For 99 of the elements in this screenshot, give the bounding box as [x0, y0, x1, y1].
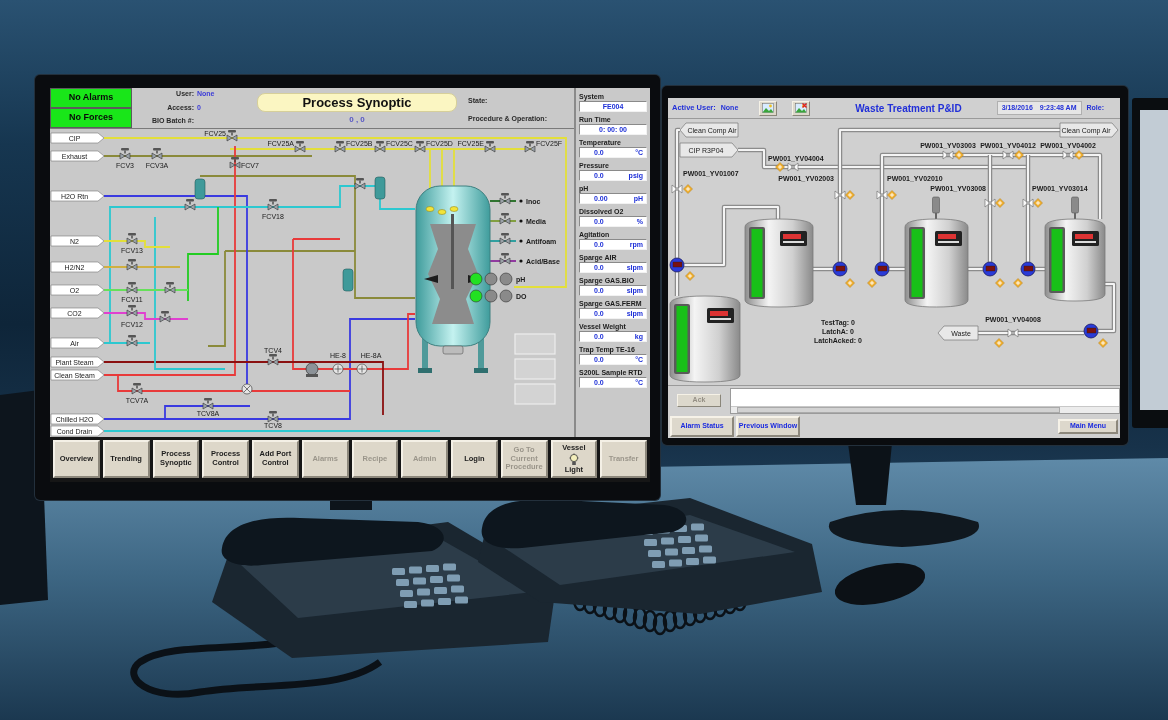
status-light-icon [469, 289, 483, 303]
junction-icon [241, 383, 253, 395]
toolbar-button[interactable] [759, 100, 778, 116]
valve-icon [151, 148, 163, 160]
valve-icon [229, 157, 241, 169]
valve-icon [294, 141, 306, 153]
valve-icon [374, 141, 386, 153]
image-icon [762, 103, 775, 113]
pipe-line [812, 266, 834, 272]
valve-icon [126, 233, 138, 245]
readout-icon [780, 231, 807, 246]
valve-icon [499, 213, 511, 225]
cylinder-icon [374, 176, 386, 200]
dot-icon [519, 219, 523, 223]
valve-icon [164, 282, 176, 294]
diamond-marker-icon [995, 198, 1005, 208]
gauge-icon [484, 289, 498, 303]
valve-icon [1022, 198, 1034, 208]
valve-icon [876, 190, 888, 200]
dot-icon [519, 199, 523, 203]
readout-icon [707, 308, 734, 323]
valve-icon [499, 233, 511, 245]
valve-icon [119, 148, 131, 160]
heat-exchanger-icon [356, 363, 368, 375]
valve-icon [1062, 150, 1074, 160]
valve-icon [202, 398, 214, 410]
valve-icon [131, 383, 143, 395]
valve-icon [126, 282, 138, 294]
valve-icon [484, 141, 496, 153]
valve-icon [126, 335, 138, 347]
diamond-marker-icon [683, 184, 693, 194]
agitator-motor-icon [932, 196, 940, 219]
dot-icon [519, 259, 523, 263]
toolbar-button[interactable] [792, 100, 811, 116]
pump-icon [1020, 261, 1036, 277]
scrollbar-track[interactable] [731, 406, 1119, 413]
alarm-list[interactable] [730, 388, 1120, 414]
valve-icon [267, 411, 279, 423]
valve-icon [1007, 328, 1019, 338]
image-x-icon [795, 103, 808, 113]
readout-icon [935, 231, 962, 246]
valve-icon [126, 259, 138, 271]
diamond-marker-icon [845, 278, 855, 288]
diamond-marker-icon [1014, 150, 1024, 160]
valve-icon [159, 311, 171, 323]
gauge-icon [484, 272, 498, 286]
valve-icon [834, 190, 846, 200]
diamond-marker-icon [994, 338, 1004, 348]
diamond-marker-icon [867, 278, 877, 288]
status-light-icon [469, 272, 483, 286]
pump-icon [832, 261, 848, 277]
status-indicator: No Forces [50, 108, 132, 128]
valve-icon [787, 162, 799, 172]
valve-icon [126, 305, 138, 317]
valve-icon [226, 130, 238, 142]
valve-icon [414, 141, 426, 153]
valve-icon [267, 199, 279, 211]
diamond-marker-icon [1074, 150, 1084, 160]
diamond-marker-icon [887, 190, 897, 200]
gauge-icon [499, 289, 513, 303]
agitator-motor-icon [1071, 196, 1079, 219]
pipe-line [674, 271, 680, 297]
pump-icon [982, 261, 998, 277]
valve-icon [984, 198, 996, 208]
gauge-icon [499, 272, 513, 286]
pump-icon [305, 362, 319, 377]
screen-title: Process Synoptic [257, 93, 457, 112]
valve-icon [354, 178, 366, 190]
pump-icon [874, 261, 890, 277]
pump-icon [1083, 323, 1099, 339]
diamond-marker-icon [845, 190, 855, 200]
diamond-marker-icon [1013, 278, 1023, 288]
cylinder-icon [194, 178, 206, 200]
diamond-marker-icon [1033, 198, 1043, 208]
valve-icon [499, 193, 511, 205]
heat-exchanger-icon [332, 363, 344, 375]
diamond-marker-icon [685, 271, 695, 281]
readout-icon [1072, 231, 1099, 246]
light-bulb-icon [568, 452, 579, 466]
diamond-marker-icon [1098, 338, 1108, 348]
scrollbar-thumb[interactable] [737, 407, 1061, 413]
valve-icon [942, 150, 954, 160]
title-value: 0 , 0 [349, 115, 365, 124]
valve-icon [334, 141, 346, 153]
diamond-marker-icon [954, 150, 964, 160]
valve-icon [499, 253, 511, 265]
valve-icon [267, 354, 279, 366]
pump-icon [669, 257, 685, 273]
diamond-marker-icon [775, 162, 785, 172]
valve-icon [524, 141, 536, 153]
diamond-marker-icon [995, 278, 1005, 288]
pipe-line [1097, 281, 1117, 334]
valve-icon [184, 199, 196, 211]
cylinder-icon [342, 268, 354, 292]
screen-title: Waste Treatment P&ID [854, 101, 963, 116]
dot-icon [519, 239, 523, 243]
status-indicator: No Alarms [50, 88, 132, 108]
valve-icon [1002, 150, 1014, 160]
valve-icon [671, 184, 683, 194]
